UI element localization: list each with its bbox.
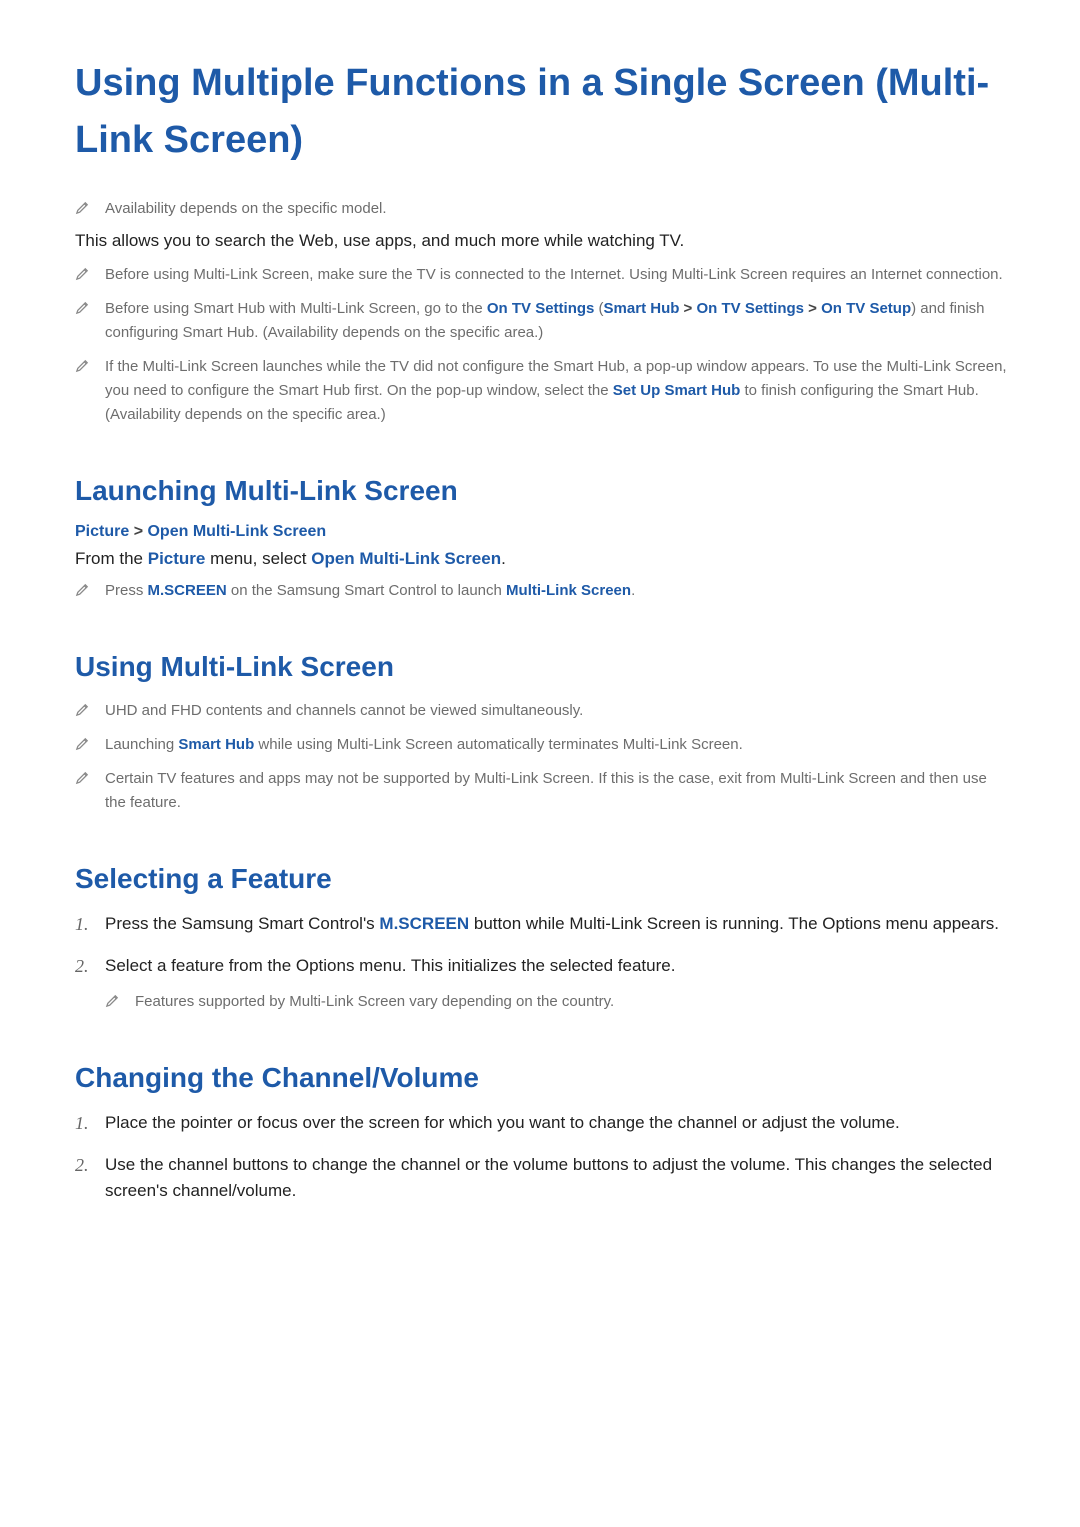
breadcrumb-separator: > <box>129 523 147 540</box>
section-heading-selecting: Selecting a Feature <box>75 863 1010 895</box>
text-segment: . <box>631 582 635 599</box>
note-item: Before using Smart Hub with Multi-Link S… <box>75 297 1010 345</box>
text-segment: on the Samsung Smart Control to launch <box>227 582 506 599</box>
note-text: Availability depends on the specific mod… <box>105 200 387 217</box>
intro-text: This allows you to search the Web, use a… <box>75 231 1010 251</box>
note-item: UHD and FHD contents and channels cannot… <box>75 699 1010 723</box>
note-item: Features supported by Multi-Link Screen … <box>105 990 1010 1014</box>
note-item: Availability depends on the specific mod… <box>75 197 1010 221</box>
text-segment: Features supported by Multi-Link Screen … <box>135 993 614 1010</box>
pencil-icon <box>75 199 90 214</box>
text-segment: Use the channel buttons to change the ch… <box>105 1155 992 1200</box>
separator: > <box>679 300 696 317</box>
page-title: Using Multiple Functions in a Single Scr… <box>75 55 1010 169</box>
text-segment: Press <box>105 582 148 599</box>
breadcrumb-launching: Picture > Open Multi-Link Screen <box>75 523 1010 541</box>
step-text: Use the channel buttons to change the ch… <box>105 1155 992 1200</box>
note-item: Press M.SCREEN on the Samsung Smart Cont… <box>75 579 1010 603</box>
text-segment: Before using Multi-Link Screen, make sur… <box>105 266 1003 283</box>
step-item: Press the Samsung Smart Control's M.SCRE… <box>75 911 1010 937</box>
step-text: Place the pointer or focus over the scre… <box>105 1113 900 1132</box>
note-text: Features supported by Multi-Link Screen … <box>135 993 614 1010</box>
note-item: Launching Smart Hub while using Multi-Li… <box>75 733 1010 757</box>
selecting-steps: Press the Samsung Smart Control's M.SCRE… <box>75 911 1010 1014</box>
section-heading-using: Using Multi-Link Screen <box>75 651 1010 683</box>
keyword: On TV Settings <box>487 300 595 317</box>
step-text: Select a feature from the Options menu. … <box>105 956 675 975</box>
note-text: Before using Multi-Link Screen, make sur… <box>105 266 1003 283</box>
step-item: Use the channel buttons to change the ch… <box>75 1152 1010 1205</box>
text-segment: ( <box>594 300 603 317</box>
note-text: Press M.SCREEN on the Samsung Smart Cont… <box>105 582 635 599</box>
pencil-icon <box>75 735 90 750</box>
pencil-icon <box>75 769 90 784</box>
pencil-icon <box>75 357 90 372</box>
text-segment: Place the pointer or focus over the scre… <box>105 1113 900 1132</box>
text-segment: button while Multi-Link Screen is runnin… <box>469 914 999 933</box>
pencil-icon <box>75 265 90 280</box>
pencil-icon <box>75 701 90 716</box>
top-note-list: Availability depends on the specific mod… <box>75 197 1010 221</box>
text-segment: From the <box>75 549 148 568</box>
note-text: Before using Smart Hub with Multi-Link S… <box>105 300 985 341</box>
step-text: Press the Samsung Smart Control's M.SCRE… <box>105 914 999 933</box>
note-item: Certain TV features and apps may not be … <box>75 767 1010 815</box>
text-segment: UHD and FHD contents and channels cannot… <box>105 702 583 719</box>
keyword: On TV Setup <box>821 300 911 317</box>
text-segment: Availability depends on the specific mod… <box>105 200 387 217</box>
text-segment: menu, select <box>205 549 311 568</box>
launching-note-list: Press M.SCREEN on the Samsung Smart Cont… <box>75 579 1010 603</box>
keyword: Open Multi-Link Screen <box>311 549 501 568</box>
keyword: Smart Hub <box>604 300 680 317</box>
text-segment: Press the Samsung Smart Control's <box>105 914 379 933</box>
note-text: If the Multi-Link Screen launches while … <box>105 358 1007 423</box>
note-text: Launching Smart Hub while using Multi-Li… <box>105 736 743 753</box>
pencil-icon <box>75 581 90 596</box>
text-segment: Select a feature from the Options menu. … <box>105 956 675 975</box>
note-text: Certain TV features and apps may not be … <box>105 770 987 811</box>
section-heading-changing: Changing the Channel/Volume <box>75 1062 1010 1094</box>
keyword: Picture <box>148 549 206 568</box>
section-heading-launching: Launching Multi-Link Screen <box>75 475 1010 507</box>
separator: > <box>804 300 821 317</box>
step-item: Select a feature from the Options menu. … <box>75 953 1010 1013</box>
note-text: UHD and FHD contents and channels cannot… <box>105 702 583 719</box>
text-segment: Before using Smart Hub with Multi-Link S… <box>105 300 487 317</box>
step-item: Place the pointer or focus over the scre… <box>75 1110 1010 1136</box>
launching-text: From the Picture menu, select Open Multi… <box>75 549 1010 569</box>
breadcrumb-item: Open Multi-Link Screen <box>147 523 326 540</box>
note-item: If the Multi-Link Screen launches while … <box>75 355 1010 427</box>
text-segment: while using Multi-Link Screen automatica… <box>254 736 743 753</box>
intro-note-list: Before using Multi-Link Screen, make sur… <box>75 263 1010 427</box>
keyword: Smart Hub <box>178 736 254 753</box>
pencil-icon <box>75 299 90 314</box>
pencil-icon <box>105 992 120 1007</box>
keyword: On TV Settings <box>697 300 805 317</box>
note-item: Before using Multi-Link Screen, make sur… <box>75 263 1010 287</box>
text-segment: Launching <box>105 736 178 753</box>
document-page: Using Multiple Functions in a Single Scr… <box>0 0 1080 1301</box>
keyword: Set Up Smart Hub <box>613 382 741 399</box>
keyword: M.SCREEN <box>148 582 227 599</box>
step-subnote-list: Features supported by Multi-Link Screen … <box>105 990 1010 1014</box>
using-note-list: UHD and FHD contents and channels cannot… <box>75 699 1010 815</box>
keyword: Multi-Link Screen <box>506 582 631 599</box>
changing-steps: Place the pointer or focus over the scre… <box>75 1110 1010 1205</box>
text-segment: Certain TV features and apps may not be … <box>105 770 987 811</box>
text-segment: . <box>501 549 506 568</box>
keyword: M.SCREEN <box>379 914 469 933</box>
breadcrumb-item: Picture <box>75 523 129 540</box>
